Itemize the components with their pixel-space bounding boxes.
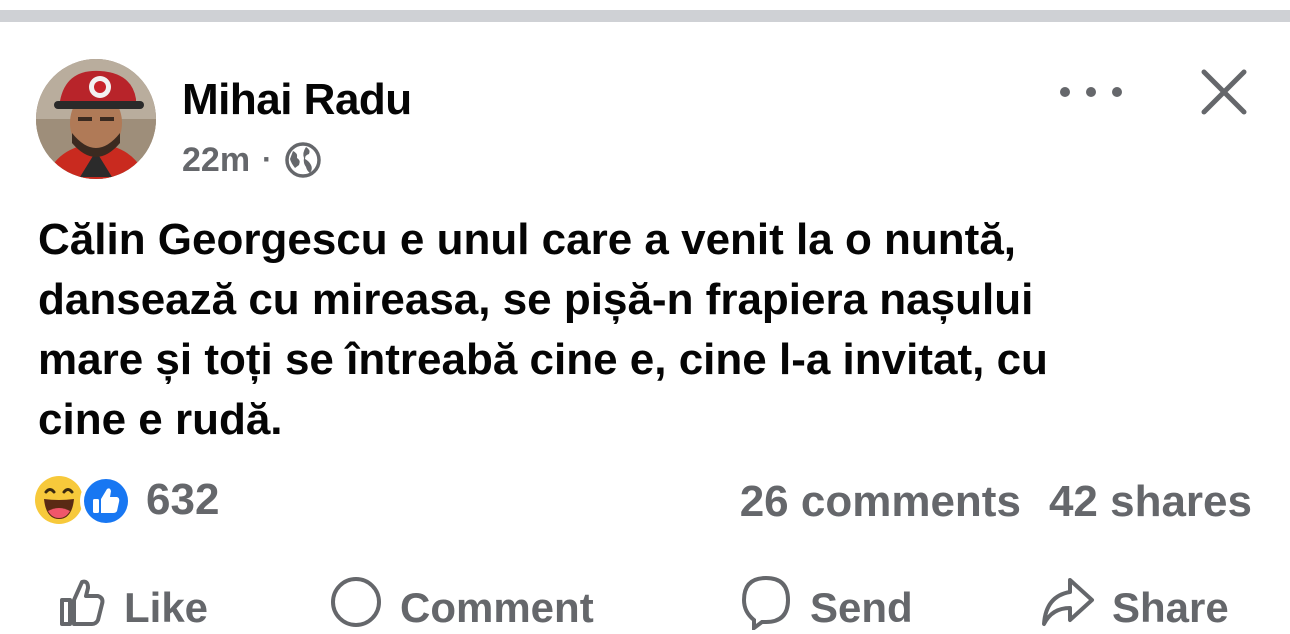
post-text-line: Călin Georgescu e unul care a venit la o…: [38, 215, 1017, 264]
post-meta: 22m ·: [182, 140, 322, 180]
like-label: Like: [124, 584, 209, 631]
more-options-button[interactable]: [1060, 80, 1122, 104]
avatar-image: [36, 59, 156, 179]
comment-button[interactable]: Comment: [328, 574, 594, 634]
share-label: Share: [1112, 584, 1229, 631]
messenger-icon: [741, 575, 791, 630]
send-button[interactable]: Send: [738, 574, 913, 634]
reaction-count: 632: [146, 475, 220, 524]
post-text-line: mare și toți se întreabă cine e, cine l-…: [38, 335, 1048, 384]
comments-count[interactable]: 26 comments: [740, 477, 1021, 527]
post-time[interactable]: 22m: [182, 141, 250, 180]
share-button[interactable]: Share: [1040, 574, 1229, 634]
meta-separator: ·: [262, 143, 273, 176]
close-button[interactable]: [1196, 64, 1252, 120]
close-icon: [1201, 69, 1247, 115]
reactions-summary[interactable]: 632: [34, 472, 219, 528]
like-reaction-icon: [80, 475, 132, 527]
post-text-line: dansează cu mireasa, se pișă-n frapiera …: [38, 275, 1034, 324]
globe-icon: [284, 141, 322, 179]
thumbs-up-icon: [60, 579, 105, 626]
dot-icon: [1060, 87, 1070, 97]
like-button[interactable]: Like: [52, 574, 208, 634]
send-label: Send: [810, 584, 913, 631]
dot-icon: [1112, 87, 1122, 97]
post-text-line: cine e rudă.: [38, 395, 283, 444]
comment-label: Comment: [400, 584, 594, 631]
share-icon: [1042, 578, 1094, 626]
post-card: Mihai Radu 22m · Călin Georgescu e unul …: [0, 22, 1290, 631]
author-name[interactable]: Mihai Radu: [182, 74, 412, 126]
post-stats: 26 comments 42 shares: [740, 474, 1252, 530]
post-body: Călin Georgescu e unul care a venit la o…: [38, 210, 1248, 450]
comment-icon: [331, 577, 381, 627]
haha-reaction-icon: [35, 476, 83, 524]
feed-divider: [0, 10, 1290, 22]
action-bar: Like Comment Send Share: [0, 574, 1290, 634]
shares-count[interactable]: 42 shares: [1049, 477, 1252, 527]
reaction-icons: [34, 473, 142, 527]
dot-icon: [1086, 87, 1096, 97]
avatar[interactable]: [36, 59, 156, 179]
